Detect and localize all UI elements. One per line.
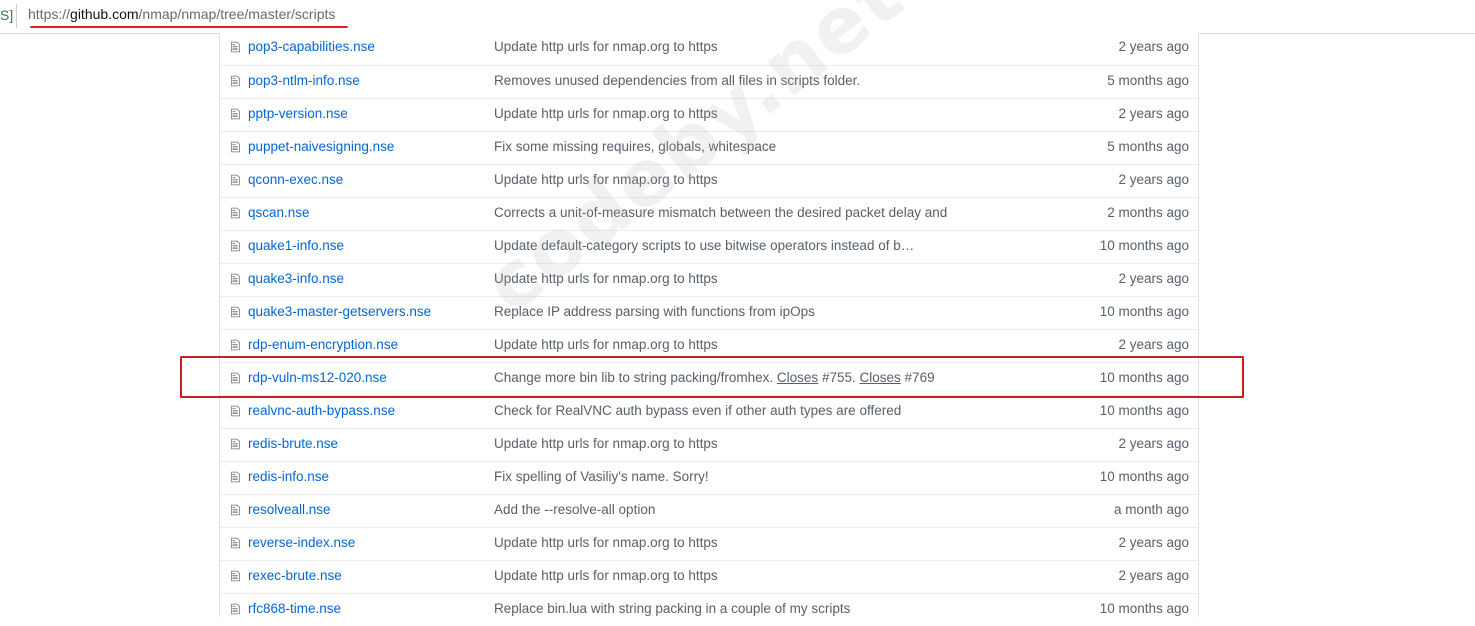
- file-name-link[interactable]: pptp-version.nse: [248, 106, 348, 121]
- file-row[interactable]: pptp-version.nse Update http urls for nma…: [220, 98, 1198, 131]
- file-row[interactable]: reverse-index.nse Update http urls for nm…: [220, 527, 1198, 560]
- file-name-link[interactable]: quake1-info.nse: [248, 238, 344, 253]
- file-row[interactable]: qconn-exec.nse Update http urls for nmap.…: [220, 164, 1198, 197]
- file-row[interactable]: puppet-naivesigning.nse Fix some missing …: [220, 131, 1198, 164]
- commit-message-link[interactable]: Update http urls for nmap.org to https: [494, 271, 718, 286]
- url-domain: github.com: [70, 6, 139, 22]
- commit-age: 5 months ago: [1107, 139, 1189, 154]
- commit-message-link[interactable]: Add the --resolve-all option: [494, 502, 655, 517]
- file-icon: [231, 75, 240, 87]
- file-row[interactable]: quake3-info.nse Update http urls for nmap…: [220, 263, 1198, 296]
- highlight-box: [180, 356, 1244, 398]
- file-icon: [231, 570, 240, 582]
- commit-message-link[interactable]: Corrects a unit-of-measure mismatch betw…: [494, 205, 947, 220]
- file-name-link[interactable]: pop3-capabilities.nse: [248, 39, 375, 54]
- file-name-link[interactable]: rfc868-time.nse: [248, 601, 341, 616]
- address-bar-divider: [16, 4, 17, 28]
- commit-age: 10 months ago: [1099, 238, 1189, 253]
- file-icon: [231, 108, 240, 120]
- file-icon: [231, 603, 240, 615]
- file-icon: [231, 273, 240, 285]
- commit-message-link[interactable]: Update http urls for nmap.org to https: [494, 172, 718, 187]
- commit-age: 2 years ago: [1118, 568, 1189, 583]
- file-icon: [231, 438, 240, 450]
- commit-age: 10 months ago: [1099, 403, 1189, 418]
- url-field[interactable]: https://github.com/nmap/nmap/tree/master…: [28, 6, 335, 22]
- commit-message-link[interactable]: Update http urls for nmap.org to https: [494, 39, 718, 54]
- url-scheme: https://: [28, 6, 71, 22]
- file-name-link[interactable]: quake3-master-getservers.nse: [248, 304, 431, 319]
- url-path: /nmap/nmap/tree/master/scripts: [138, 6, 336, 22]
- file-name-link[interactable]: rexec-brute.nse: [248, 568, 342, 583]
- file-row[interactable]: pop3-ntlm-info.nse Removes unused depende…: [220, 65, 1198, 98]
- file-icon: [231, 537, 240, 549]
- file-name-link[interactable]: puppet-naivesigning.nse: [248, 139, 394, 154]
- address-bar: S] https://github.com/nmap/nmap/tree/mas…: [0, 0, 1475, 34]
- commit-message-link[interactable]: Fix spelling of Vasiliy's name. Sorry!: [494, 469, 709, 484]
- commit-age: 10 months ago: [1099, 304, 1189, 319]
- commit-age: 2 years ago: [1118, 172, 1189, 187]
- commit-message-link[interactable]: Check for RealVNC auth bypass even if ot…: [494, 403, 901, 418]
- file-icon: [231, 174, 240, 186]
- file-icon: [231, 207, 240, 219]
- file-name-link[interactable]: reverse-index.nse: [248, 535, 355, 550]
- commit-message-link[interactable]: Removes unused dependencies from all fil…: [494, 73, 860, 88]
- commit-message-link[interactable]: Update default-category scripts to use b…: [494, 238, 914, 253]
- commit-message-link[interactable]: Replace IP address parsing with function…: [494, 304, 815, 319]
- commit-message-link[interactable]: Fix some missing requires, globals, whit…: [494, 139, 776, 154]
- file-icon: [231, 41, 240, 53]
- commit-age: 2 months ago: [1107, 205, 1189, 220]
- file-row[interactable]: pop3-capabilities.nse Update http urls fo…: [220, 32, 1198, 65]
- file-name-link[interactable]: redis-info.nse: [248, 469, 329, 484]
- file-row[interactable]: rfc868-time.nse Replace bin.lua with stri…: [220, 593, 1198, 626]
- file-name-link[interactable]: qscan.nse: [248, 205, 310, 220]
- file-icon: [231, 141, 240, 153]
- file-row[interactable]: realvnc-auth-bypass.nse Check for RealVNC…: [220, 395, 1198, 428]
- file-row[interactable]: redis-info.nse Fix spelling of Vasiliy's …: [220, 461, 1198, 494]
- commit-age: 5 months ago: [1107, 73, 1189, 88]
- file-row[interactable]: resolveall.nse Add the --resolve-all opti…: [220, 494, 1198, 527]
- file-name-link[interactable]: qconn-exec.nse: [248, 172, 343, 187]
- file-name-link[interactable]: rdp-enum-encryption.nse: [248, 337, 398, 352]
- file-icon: [231, 306, 240, 318]
- commit-message-link[interactable]: Update http urls for nmap.org to https: [494, 436, 718, 451]
- file-list-table: pop3-capabilities.nse Update http urls fo…: [219, 33, 1199, 617]
- commit-age: 2 years ago: [1118, 39, 1189, 54]
- commit-message-link[interactable]: Update http urls for nmap.org to https: [494, 568, 718, 583]
- commit-age: 10 months ago: [1099, 601, 1189, 616]
- file-icon: [231, 405, 240, 417]
- commit-message-link[interactable]: Update http urls for nmap.org to https: [494, 535, 718, 550]
- file-row[interactable]: quake1-info.nse Update default-category s…: [220, 230, 1198, 263]
- file-name-link[interactable]: resolveall.nse: [248, 502, 331, 517]
- address-bar-left-glyph: S]: [0, 7, 14, 23]
- commit-age: 10 months ago: [1099, 469, 1189, 484]
- commit-message-link[interactable]: Replace bin.lua with string packing in a…: [494, 601, 850, 616]
- file-icon: [231, 471, 240, 483]
- commit-age: 2 years ago: [1118, 436, 1189, 451]
- commit-age: 2 years ago: [1118, 337, 1189, 352]
- file-name-link[interactable]: quake3-info.nse: [248, 271, 344, 286]
- commit-age: 2 years ago: [1118, 106, 1189, 121]
- file-name-link[interactable]: pop3-ntlm-info.nse: [248, 73, 360, 88]
- url-red-underline: [30, 26, 348, 28]
- file-name-link[interactable]: realvnc-auth-bypass.nse: [248, 403, 395, 418]
- commit-message-link[interactable]: Update http urls for nmap.org to https: [494, 337, 718, 352]
- file-icon: [231, 504, 240, 516]
- commit-age: 2 years ago: [1118, 271, 1189, 286]
- file-icon: [231, 339, 240, 351]
- commit-message-link[interactable]: Update http urls for nmap.org to https: [494, 106, 718, 121]
- file-row[interactable]: rexec-brute.nse Update http urls for nmap…: [220, 560, 1198, 593]
- commit-age: 2 years ago: [1118, 535, 1189, 550]
- file-icon: [231, 240, 240, 252]
- commit-age: a month ago: [1113, 502, 1189, 517]
- file-name-link[interactable]: redis-brute.nse: [248, 436, 338, 451]
- file-row[interactable]: qscan.nse Corrects a unit-of-measure mism…: [220, 197, 1198, 230]
- file-row[interactable]: quake3-master-getservers.nse Replace IP a…: [220, 296, 1198, 329]
- file-row[interactable]: redis-brute.nse Update http urls for nmap…: [220, 428, 1198, 461]
